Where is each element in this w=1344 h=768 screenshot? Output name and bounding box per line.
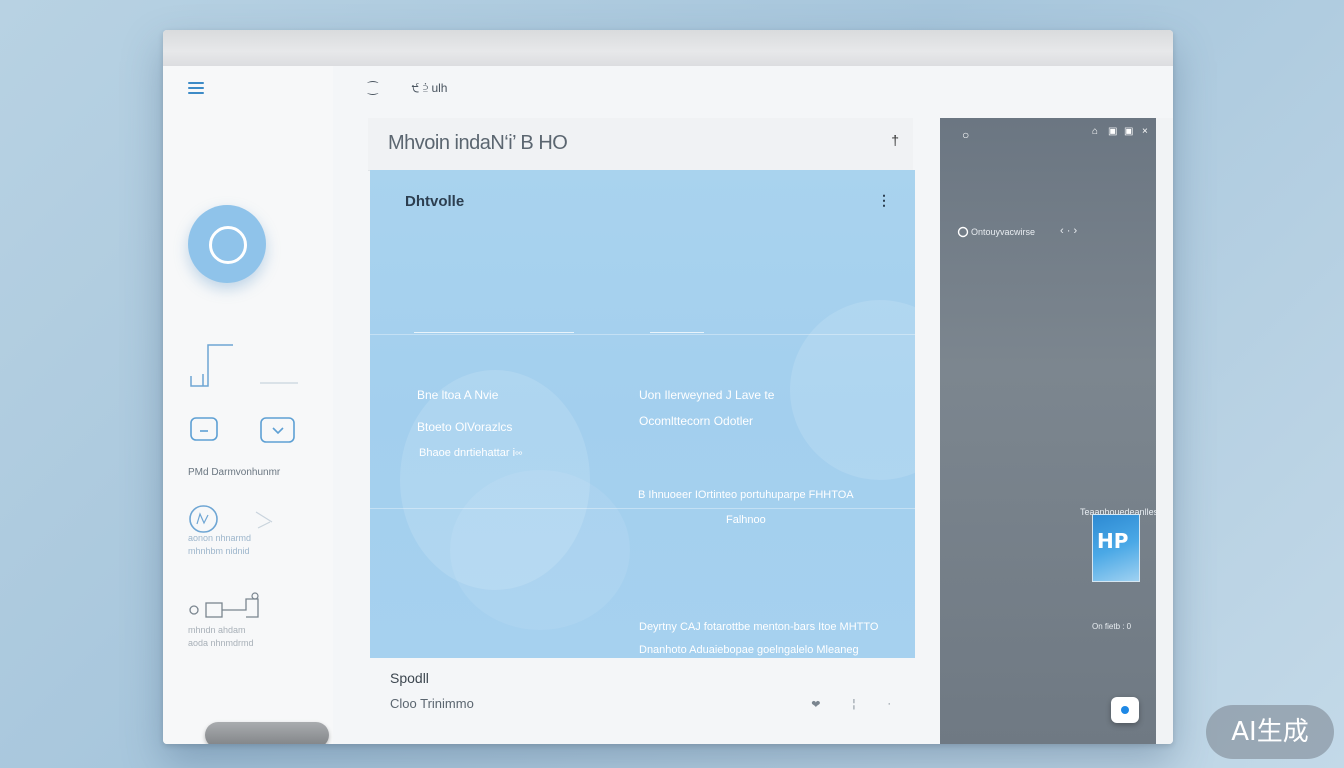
avatar-ring-icon [209, 226, 247, 264]
sidebar-caption: mhnhbm nidnid [188, 546, 250, 556]
like-icon[interactable]: ❤ [811, 698, 820, 711]
footer-subtitle: Cloo Trinimmo [390, 696, 474, 711]
network-node-icon[interactable] [188, 591, 278, 623]
card-header-action-icon[interactable]: † [891, 132, 899, 148]
radio-icon[interactable] [957, 226, 969, 238]
ai-generated-badge: AI生成 [1206, 705, 1334, 759]
sidebar-caption: mhndn ahdam [188, 625, 246, 635]
panel-text: Btoeto OlVorazlcs [417, 420, 513, 434]
sidebar-caption: aonon nhnarmd [188, 533, 252, 543]
pager-arrows[interactable]: ‹ · › [1060, 225, 1077, 237]
sidebar-caption: PMd Darmvonhunmr [188, 467, 281, 478]
footer-actions: ❤ ¦ · [811, 698, 891, 711]
divider [414, 332, 574, 333]
window-edge [1156, 118, 1173, 744]
sidebar: PMd Darmvonhunmr aonon nhnarmd mhnhbm ni… [163, 66, 333, 744]
close-icon[interactable]: × [1142, 126, 1148, 137]
divider [650, 332, 704, 333]
panel-text: Uon Ilerweyned J Lave te [639, 388, 775, 402]
panel-text: Dnanhoto Aduaiebopae goelngalelo Mleaneg [639, 644, 859, 656]
divider [370, 334, 915, 335]
content-panel: Dhtvolle ⋮ Bne ltoa A Nvie Btoeto OlVora… [370, 170, 915, 658]
more-icon[interactable]: · [887, 698, 891, 711]
card-footer: Spodll Cloo Trinimmo ❤ ¦ · [368, 658, 913, 744]
avatar[interactable] [188, 205, 266, 283]
window-icon[interactable]: ▣ [1124, 126, 1133, 137]
background-shape [450, 470, 630, 630]
panel-text: B Ihnuoeer IOrtinteo portuhuparpe FHHTOA [638, 489, 854, 501]
panel-text: Bne ltoa A Nvie [417, 388, 499, 402]
card-header: Mhvoin indaN‘i’ B HO † [368, 118, 913, 171]
panel-text: Deyrtny CAJ fotarottbe menton-bars Itoe … [639, 621, 879, 633]
thumbnail-text: HP [1097, 529, 1129, 553]
panel-text: Ocomlttecorn Odotler [639, 414, 754, 428]
sidebar-action-button[interactable] [205, 722, 329, 744]
divider [370, 508, 915, 509]
title-bar [163, 30, 1173, 66]
settings-icon[interactable]: ○ [962, 128, 969, 142]
app-window: PMd Darmvonhunmr aonon nhnarmd mhnhbm ni… [163, 30, 1173, 744]
toolbar: ⁐ ੯ ⫄ ulh [368, 76, 447, 100]
right-panel: ○ ⌂ ▣ ▣ × Ontouyvacwirse ‹ · › Teaanhoue… [940, 118, 1158, 744]
more-options-icon[interactable]: ⋮ [877, 192, 891, 209]
share-icon[interactable]: ¦ [852, 698, 855, 711]
hamburger-menu-icon[interactable] [188, 82, 204, 94]
home-icon[interactable]: ⌂ [1092, 126, 1098, 137]
window-icon[interactable]: ▣ [1108, 126, 1117, 137]
toolbar-item[interactable]: ੯ ⫄ ulh [412, 81, 448, 96]
thumbnail-caption: On fietb : 0 [1092, 622, 1132, 631]
thumbnail-image[interactable]: HP [1092, 514, 1140, 582]
background-shape [790, 300, 915, 480]
panel-text: Bhaoe dnrtiehattar i༛ [419, 447, 523, 459]
chat-bubble-icons[interactable] [190, 416, 300, 448]
card-title: Mhvoin indaN‘i’ B HO [388, 132, 568, 154]
dot-icon [1121, 706, 1129, 714]
sidebar-caption: aoda nhnmdrmd [188, 638, 254, 648]
footer-title: Spodll [390, 670, 429, 686]
fab-button[interactable] [1111, 697, 1139, 723]
right-panel-label: Ontouyvacwirse [971, 227, 1036, 237]
music-note-icon [190, 344, 298, 387]
toolbar-item[interactable]: ⁐ [368, 81, 378, 95]
panel-title: Dhtvolle [405, 193, 465, 210]
panel-text: Falhnoo [726, 514, 766, 526]
